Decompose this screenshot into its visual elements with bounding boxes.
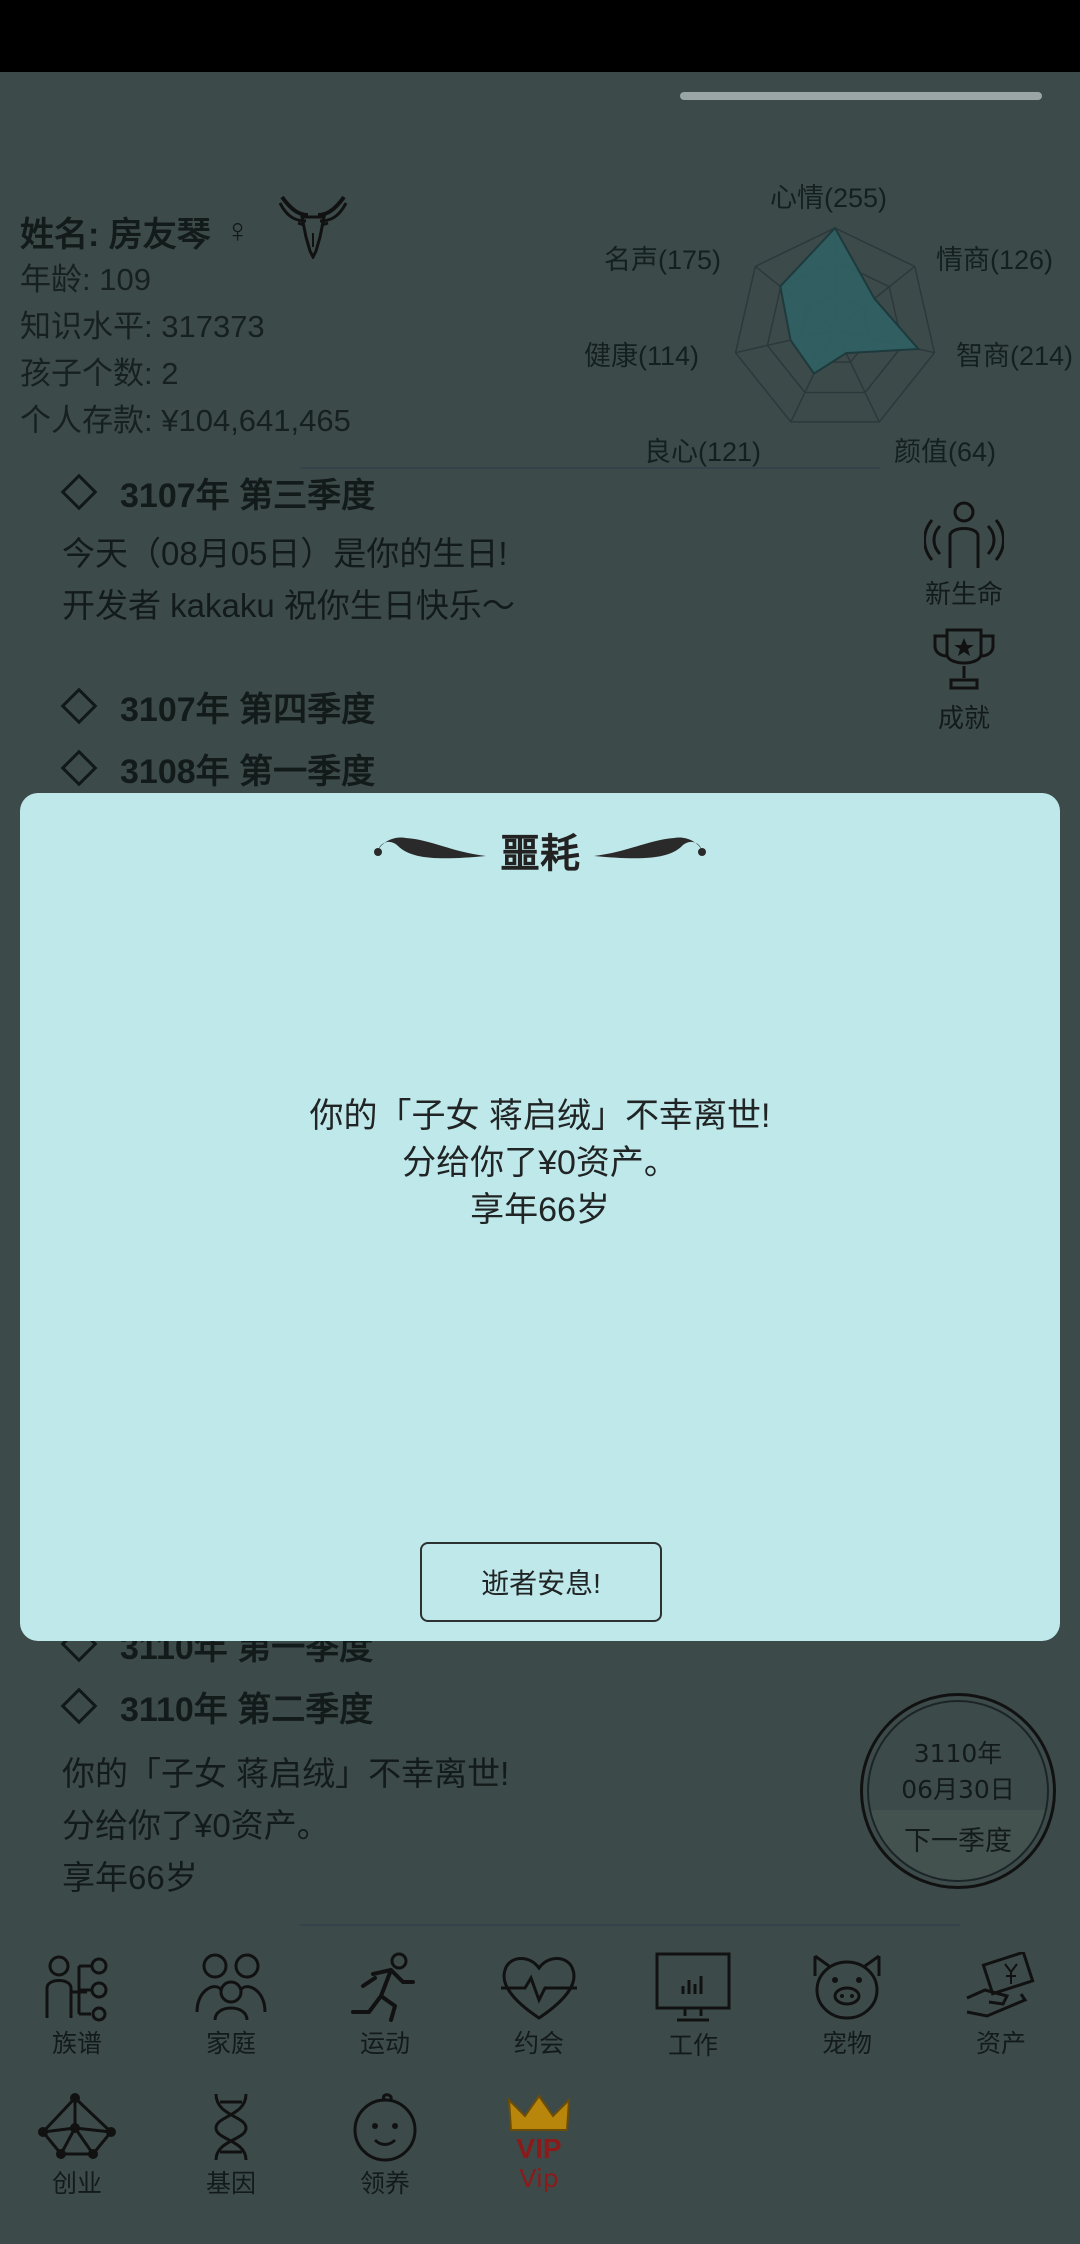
nav-label: 领养 [359,2169,410,2198]
nav-assets[interactable]: 资产 [924,1952,1078,2060]
network-icon [38,2093,116,2159]
next-season-label: 下一季度 [904,1826,1012,1857]
nav-label: 创业 [51,2169,102,2198]
radar-label-health: 健康(114) [584,341,700,371]
log-heading-text: 3110年 第二季度 [120,1690,374,1729]
family-tree-icon [45,1955,108,2022]
achievement-button[interactable]: 成就 [904,626,1024,735]
profile-knowledge: 知识水平: 317373 [20,309,265,344]
current-year: 3110年 [913,1739,1003,1768]
nav-adopt[interactable]: 领养 [308,2092,462,2200]
nav-label: 工作 [667,2031,718,2060]
profile-children: 孩子个数: 2 [20,356,179,391]
dialog-line: 你的「子女 蒋启绒」不幸离世! [309,1097,771,1135]
next-season-button[interactable]: 3110年 06月30日 下一季度 [860,1693,1056,1889]
achievement-label: 成就 [937,704,990,734]
profile-savings: 个人存款: ¥104,641,465 [20,403,351,438]
profile-panel: 姓名: 房友琴 ♀ 年龄: 109 知识水平: 317373 孩子个数: 2 个… [20,195,351,444]
log-heading-text: 3107年 第三季度 [120,476,376,515]
radar-label-eq: 情商(126) [936,245,1054,275]
baby-icon [353,2093,417,2162]
log-text: 享年66岁 [62,1859,198,1896]
new-life-label: 新生命 [924,580,1003,610]
running-icon [351,1952,415,2022]
nav-work[interactable]: 工作 [616,1952,770,2062]
log-text: 今天（08月05日）是你的生日! [62,535,508,572]
diamond-icon [60,473,98,511]
radar-label-fame: 名声(175) [604,245,722,275]
dialog-line: 分给你了¥0资产。 [402,1144,678,1182]
log-text: 你的「子女 蒋启绒」不幸离世! [62,1755,510,1792]
trophy-icon [933,628,995,690]
log-text: 分给你了¥0资产。 [62,1807,330,1844]
person-waves-icon [923,501,1005,568]
ornament-left-icon [374,837,486,859]
event-log-bottom: 3110年 第一季度 3110年 第二季度 你的「子女 蒋启绒」不幸离世! 分给… [60,1618,510,1904]
bad-news-dialog: 噩耗 你的「子女 蒋启绒」不幸离世! 分给你了¥0资产。 享年66岁 逝者安息! [20,793,1060,1641]
rest-in-peace-button[interactable]: 逝者安息! [420,1542,662,1622]
dialog-title: 噩耗 [500,832,580,876]
new-life-button[interactable]: 新生命 [904,498,1024,611]
radar-label-iq: 智商(214) [956,341,1074,371]
log-heading: 3107年 第三季度 [60,466,515,518]
log-text: 开发者 kakaku 祝你生日快乐～ [62,587,515,624]
drag-handle[interactable] [680,92,1042,100]
dna-icon [214,2093,248,2161]
nav-dating[interactable]: 约会 [462,1952,616,2060]
log-heading: 3108年 第一季度 [60,742,515,794]
vip-badge-text: VIP [516,2133,561,2162]
radar-label-looks: 颜值(64) [894,437,997,467]
nav-label: 宠物 [821,2029,872,2058]
dialog-message: 你的「子女 蒋启绒」不幸离世! 分给你了¥0资产。 享年66岁 [20,1093,1060,1234]
log-heading: 3107年 第四季度 [60,680,515,732]
diamond-icon [60,1687,98,1725]
vip-crown-icon: VIP [507,2094,571,2162]
name-row: 姓名: 房友琴 ♀ [20,195,351,259]
diamond-icon [60,687,98,725]
nav-label: 运动 [359,2029,410,2058]
nav-label: 族谱 [51,2029,102,2058]
event-log-top: 3107年 第三季度 今天（08月05日）是你的生日! 开发者 kakaku 祝… [60,466,515,794]
log-heading-text: 3107年 第四季度 [120,690,376,729]
sex-symbol: ♀ [224,211,251,250]
nav-home[interactable]: 家庭 [154,1952,308,2060]
pig-icon [813,1954,881,2020]
nav-label: 资产 [975,2029,1026,2058]
nav-gene[interactable]: 基因 [154,2092,308,2200]
money-hand-icon [966,1952,1035,2018]
current-date: 06月30日 [901,1775,1015,1804]
nav-pet[interactable]: 宠物 [770,1952,924,2060]
radar-svg [734,226,936,423]
dialog-line: 享年66岁 [470,1191,610,1229]
nav-vip[interactable]: VIP Vip [462,2092,616,2193]
profile-name: 姓名: 房友琴 [20,215,211,254]
nav-label: 约会 [513,2029,564,2058]
nav-startup[interactable]: 创业 [0,2092,154,2200]
monitor-chart-icon [655,1952,731,2022]
log-heading-text: 3108年 第一季度 [120,752,376,791]
nav-label: 家庭 [205,2029,256,2058]
goat-icon [278,195,348,259]
nav-family-tree[interactable]: 族谱 [0,1952,154,2060]
log-heading: 3110年 第二季度 [60,1680,509,1732]
radar-label-conscience: 良心(121) [644,437,762,467]
nav-label: 基因 [205,2169,256,2198]
profile-age: 年龄: 109 [20,262,151,297]
next-season-inner: 3110年 06月30日 下一季度 [867,1700,1049,1882]
nav-divider [300,1924,960,1926]
dialog-header: 噩耗 [20,815,1060,885]
heart-pulse-icon [501,1957,577,2020]
nav-label: Vip [519,2164,559,2193]
radar-label-mood: 心情(255) [770,183,888,213]
nav-sport[interactable]: 运动 [308,1952,462,2060]
status-bar [0,0,1080,72]
family-icon [195,1953,267,2021]
diamond-icon [60,749,98,787]
attribute-radar-chart: 心情(255) 情商(126) 智商(214) 颜值(64) 良心(121) 健… [570,170,1080,470]
ornament-right-icon [594,837,706,859]
